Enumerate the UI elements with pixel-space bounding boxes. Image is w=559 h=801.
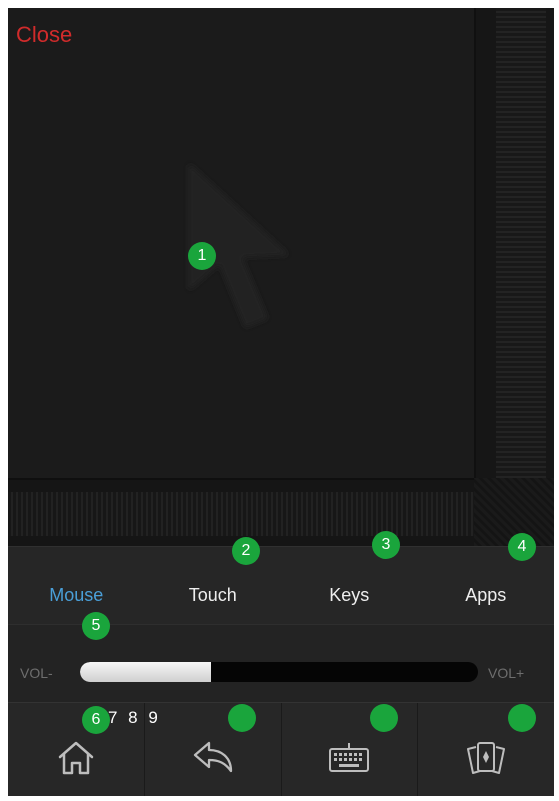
- callout-digits-7-8-9: 7 8 9: [108, 708, 161, 727]
- vertical-scroll-strip[interactable]: [474, 8, 554, 478]
- callout-marker-9: [508, 704, 536, 732]
- callout-marker-5: 5: [82, 612, 110, 640]
- callout-marker-1: 1: [188, 242, 216, 270]
- volume-up-label[interactable]: VOL+: [488, 665, 524, 681]
- cards-icon: [467, 742, 506, 774]
- callout-marker-3: 3: [372, 531, 400, 559]
- tab-mouse[interactable]: Mouse: [8, 547, 145, 625]
- callout-marker-8: [370, 704, 398, 732]
- tab-touch[interactable]: Touch: [145, 547, 282, 625]
- tab-keys[interactable]: Keys: [281, 547, 418, 625]
- volume-down-label[interactable]: VOL-: [20, 665, 53, 681]
- volume-slider[interactable]: [80, 662, 478, 682]
- home-icon: [58, 741, 94, 775]
- close-button[interactable]: Close: [16, 22, 72, 48]
- remote-control-screen: Close Mouse Touch Keys Apps VOL- VOL+: [8, 8, 554, 796]
- callout-marker-4: 4: [508, 533, 536, 561]
- keyboard-icon: [329, 743, 370, 772]
- callout-marker-7: [228, 704, 256, 732]
- tab-touch-label: Touch: [188, 584, 237, 605]
- callout-marker-2: 2: [232, 537, 260, 565]
- tab-apps-label: Apps: [465, 584, 507, 605]
- tab-keys-label: Keys: [329, 584, 370, 605]
- volume-slider-hit-area[interactable]: [80, 662, 478, 682]
- callout-marker-6: 6: [82, 706, 110, 734]
- back-button[interactable]: [145, 703, 282, 796]
- back-arrow-icon: [193, 741, 232, 773]
- mouse-trackpad[interactable]: Close: [8, 8, 474, 478]
- tab-apps[interactable]: Apps: [418, 547, 555, 625]
- tab-mouse-label: Mouse: [49, 584, 104, 605]
